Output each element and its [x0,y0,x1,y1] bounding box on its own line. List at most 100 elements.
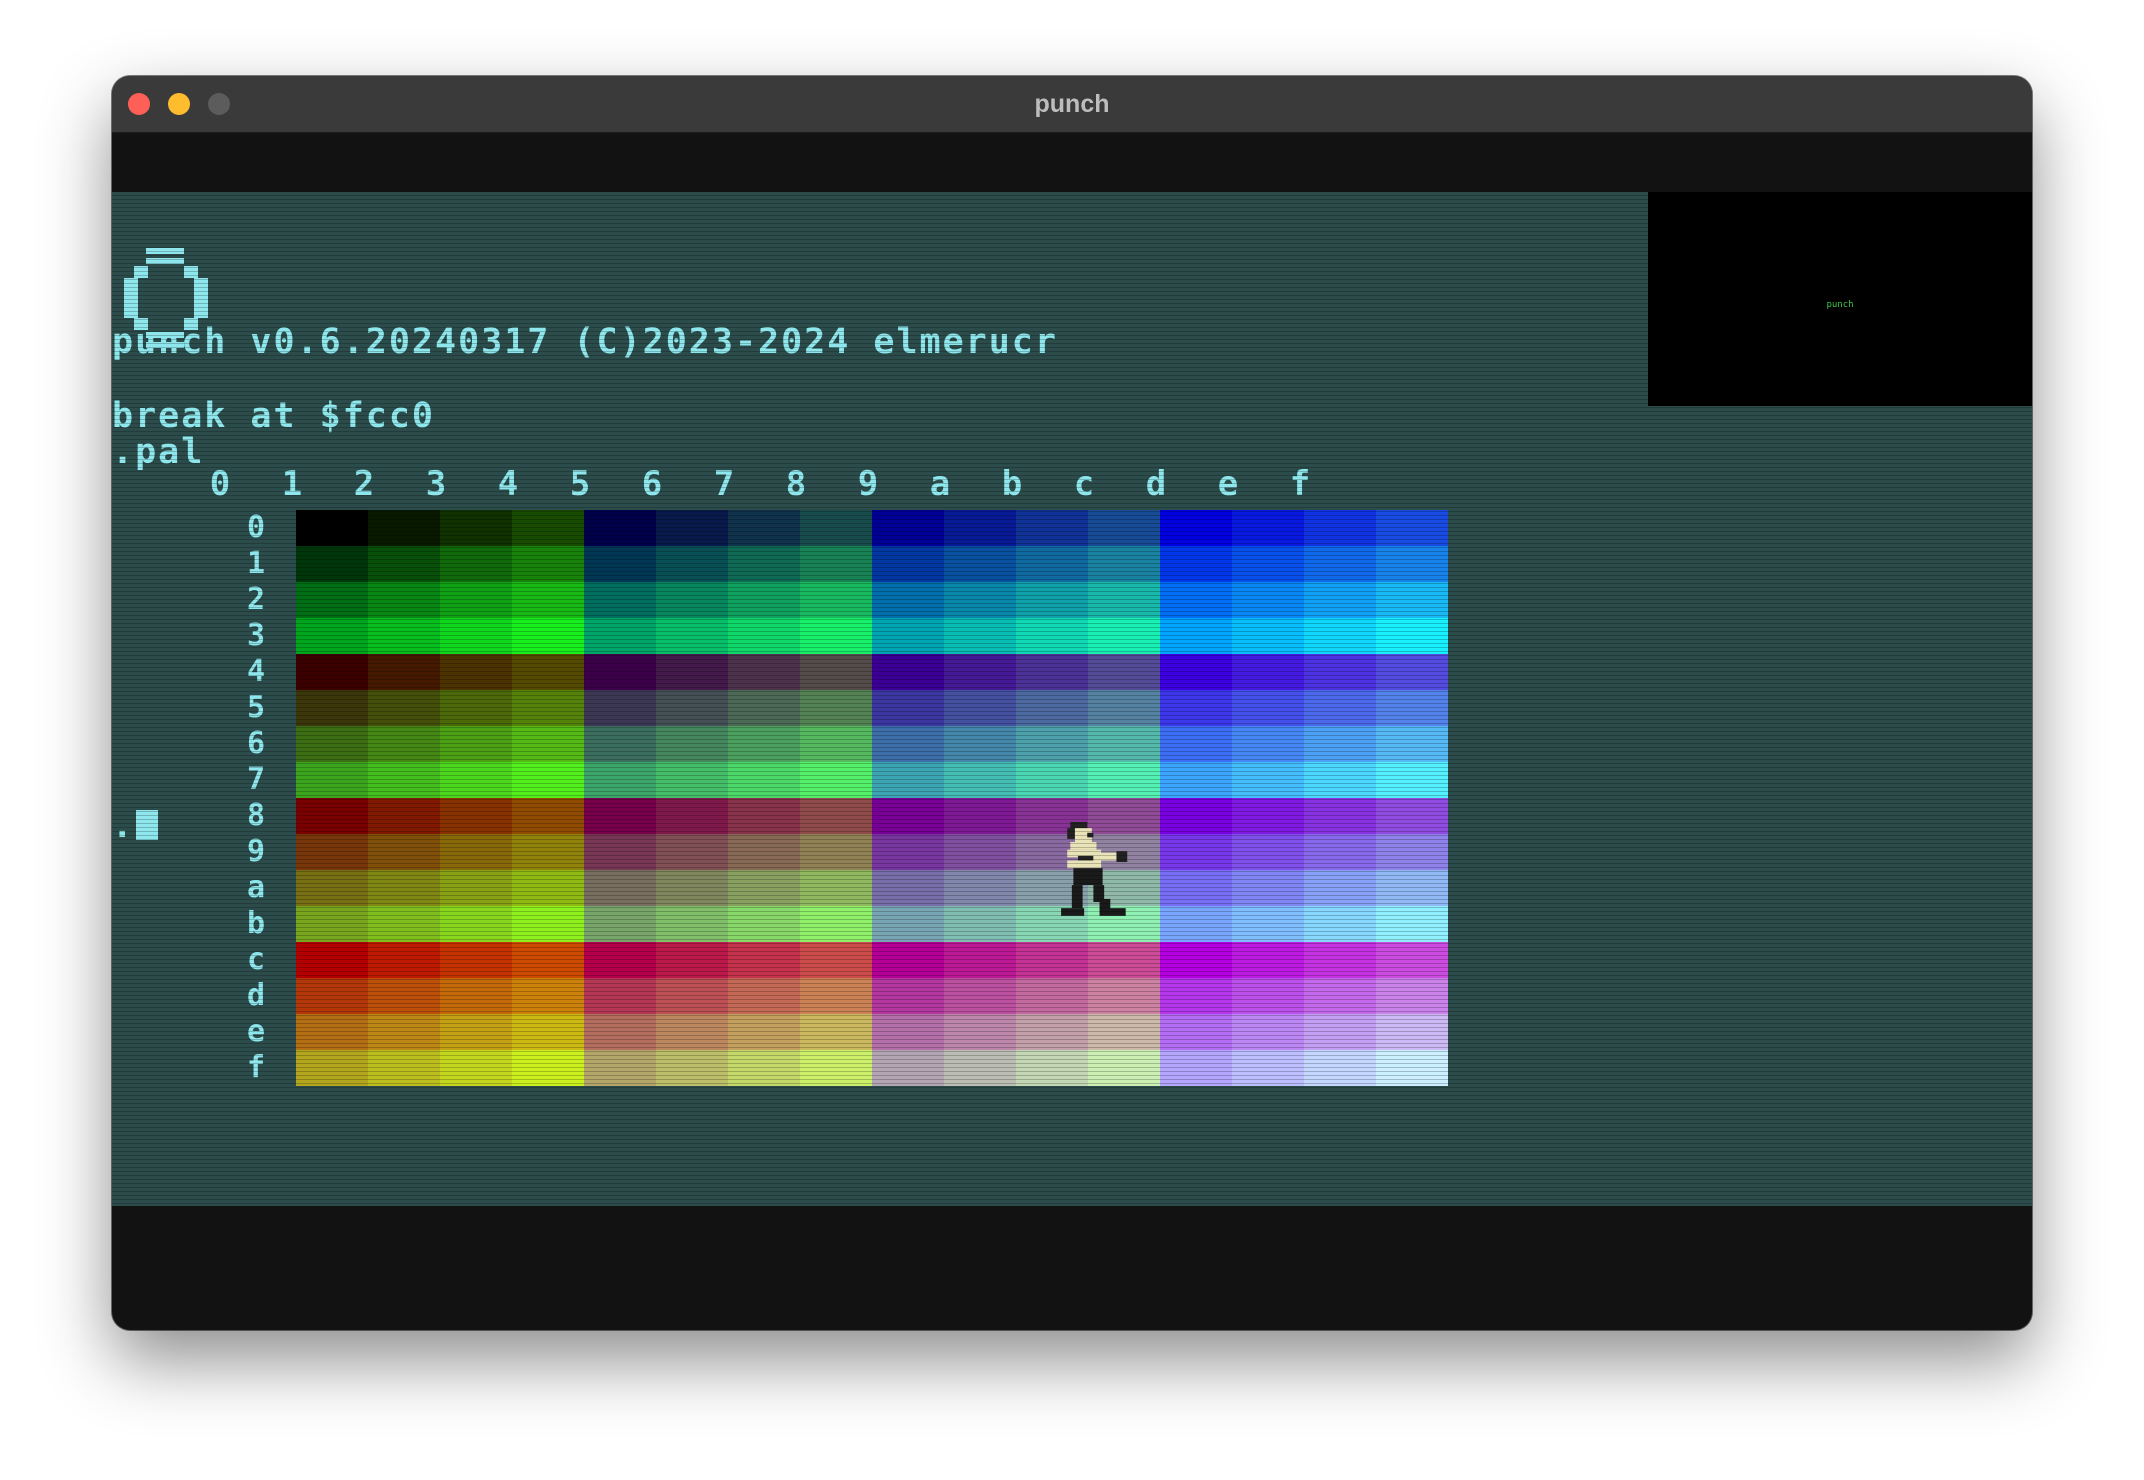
palette-cell [872,690,944,726]
palette-cell [1088,978,1160,1014]
palette-cell [1304,546,1376,582]
palette-cell [1016,510,1088,546]
palette-cell [728,582,800,618]
palette-cell [512,582,584,618]
palette-cell [944,654,1016,690]
palette-cell [1016,546,1088,582]
palette-cell [656,690,728,726]
palette-cell [1232,1014,1304,1050]
palette-cell [512,690,584,726]
palette-cell [584,942,656,978]
palette-cell [1376,798,1448,834]
palette-cell [656,798,728,834]
palette-cell [1232,798,1304,834]
palette-cell [512,618,584,654]
palette-cell [296,1050,368,1086]
palette-cell [1232,762,1304,798]
palette-cell [512,1014,584,1050]
prompt: . [112,806,135,846]
palette-cell [512,1050,584,1086]
palette-cell [872,510,944,546]
palette-cell [728,726,800,762]
palette-cell [1088,1050,1160,1086]
palette-row-header: b [246,906,266,941]
palette-cell [584,978,656,1014]
palette-cell [728,906,800,942]
palette-cell [1016,1050,1088,1086]
palette-cell [368,870,440,906]
palette-cell [368,618,440,654]
palette-cell [1376,870,1448,906]
palette-cell [656,762,728,798]
palette-cell [440,978,512,1014]
palette-cell [296,834,368,870]
palette-cell [656,1014,728,1050]
palette-cell [872,834,944,870]
palette-cell [1088,546,1160,582]
palette-cell [1232,690,1304,726]
palette-cell [1304,582,1376,618]
palette-cell [656,1050,728,1086]
palette-row-header: 1 [246,546,266,581]
title-bar[interactable]: punch [112,76,2032,133]
palette-cell [1160,654,1232,690]
palette-cell [584,510,656,546]
palette-cell [1160,978,1232,1014]
palette-cell [944,1014,1016,1050]
palette-cell [440,510,512,546]
palette-cell [800,870,872,906]
palette-cell [296,510,368,546]
palette-cell [1232,870,1304,906]
palette-cell [800,798,872,834]
palette-cell [584,582,656,618]
palette-row-header: f [246,1050,266,1085]
palette-cell [1376,654,1448,690]
emulator-screen[interactable]: punch punch v0.6.20240317 (C)2023-2024 e… [112,192,2032,1206]
palette-row-header: 6 [246,726,266,761]
palette-cell [800,510,872,546]
app-window: punch punch punch v0.6.20240317 (C)2023-… [112,76,2032,1330]
palette-column-header: 3 [425,464,447,504]
palette-cell [1016,618,1088,654]
palette-cell [944,546,1016,582]
palette-cell [728,834,800,870]
palette-cell [368,978,440,1014]
palette-cell [800,942,872,978]
palette-cell [1160,942,1232,978]
palette-cell [800,582,872,618]
text-cursor[interactable] [136,810,158,840]
palette-cell [368,834,440,870]
palette-row-header: 3 [246,618,266,653]
palette-cell [1016,978,1088,1014]
palette-cell [440,726,512,762]
palette-cell [1232,654,1304,690]
palette-row-header: a [246,870,266,905]
palette-row-header: 4 [246,654,266,689]
palette-cell [1232,582,1304,618]
palette-cell [584,726,656,762]
palette-cell [872,726,944,762]
palette-cell [800,690,872,726]
palette-cell [728,618,800,654]
palette-cell [584,762,656,798]
palette-cell [728,1050,800,1086]
palette-cell [584,798,656,834]
preview-window: punch [1648,192,2032,406]
palette-cell [1304,906,1376,942]
palette-cell [1016,582,1088,618]
palette-cell [1160,618,1232,654]
palette-cell [1304,654,1376,690]
palette-cell [1376,978,1448,1014]
palette-cell [512,798,584,834]
palette-cell [1304,1014,1376,1050]
palette-cell [1016,690,1088,726]
palette-cell [1304,978,1376,1014]
palette-cell [1160,798,1232,834]
palette-cell [1304,798,1376,834]
palette-row-header: 0 [246,510,266,545]
palette-row-header: 2 [246,582,266,617]
palette-cell [872,942,944,978]
palette-cell [656,618,728,654]
palette-cell [1304,690,1376,726]
palette-cell [1304,834,1376,870]
